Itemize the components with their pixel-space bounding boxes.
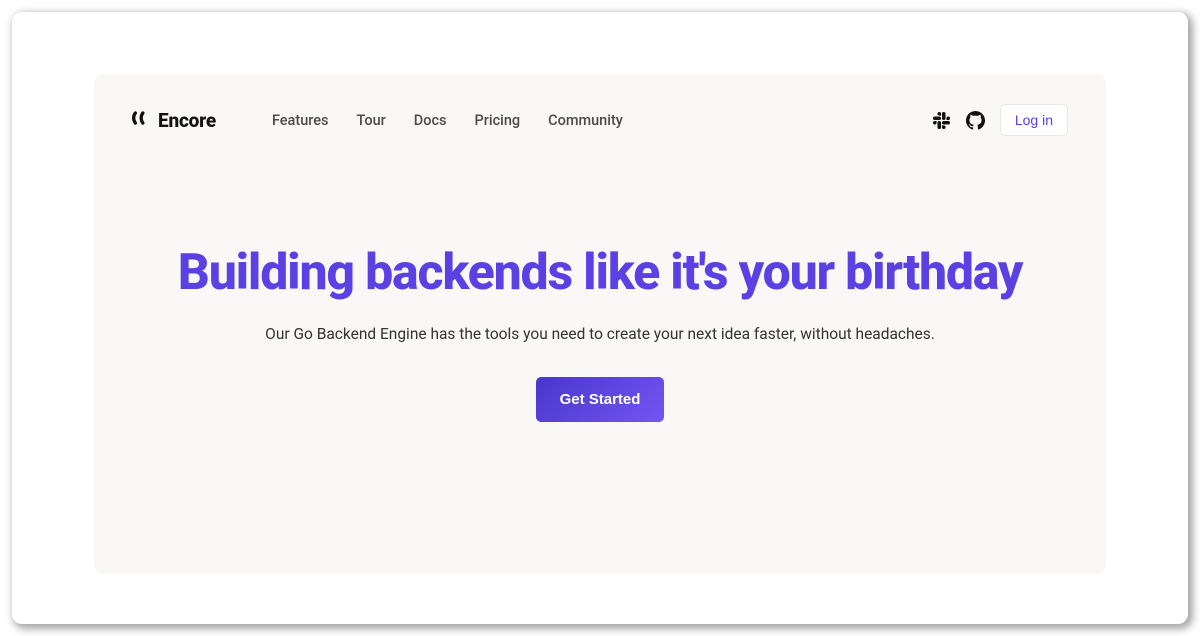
brand-name: Encore [158,109,216,132]
slack-icon[interactable] [932,110,952,130]
nav-links: Features Tour Docs Pricing Community [272,112,623,129]
brand-logo[interactable]: Encore [132,108,216,132]
nav-link-tour[interactable]: Tour [357,112,386,129]
get-started-button[interactable]: Get Started [536,377,665,422]
page-card: Encore Features Tour Docs Pricing Commun… [94,74,1106,574]
encore-logo-icon [132,108,152,132]
navbar: Encore Features Tour Docs Pricing Commun… [132,102,1068,138]
window-frame: Encore Features Tour Docs Pricing Commun… [12,12,1188,624]
nav-link-docs[interactable]: Docs [414,112,447,129]
github-icon[interactable] [966,110,986,130]
hero-subtitle: Our Go Backend Engine has the tools you … [265,325,935,343]
nav-link-pricing[interactable]: Pricing [475,112,521,129]
hero-section: Building backends like it's your birthda… [132,246,1068,422]
hero-title: Building backends like it's your birthda… [178,246,1022,301]
nav-link-community[interactable]: Community [548,112,623,129]
nav-right: Log in [932,104,1068,136]
nav-link-features[interactable]: Features [272,112,329,129]
login-button[interactable]: Log in [1000,104,1068,136]
